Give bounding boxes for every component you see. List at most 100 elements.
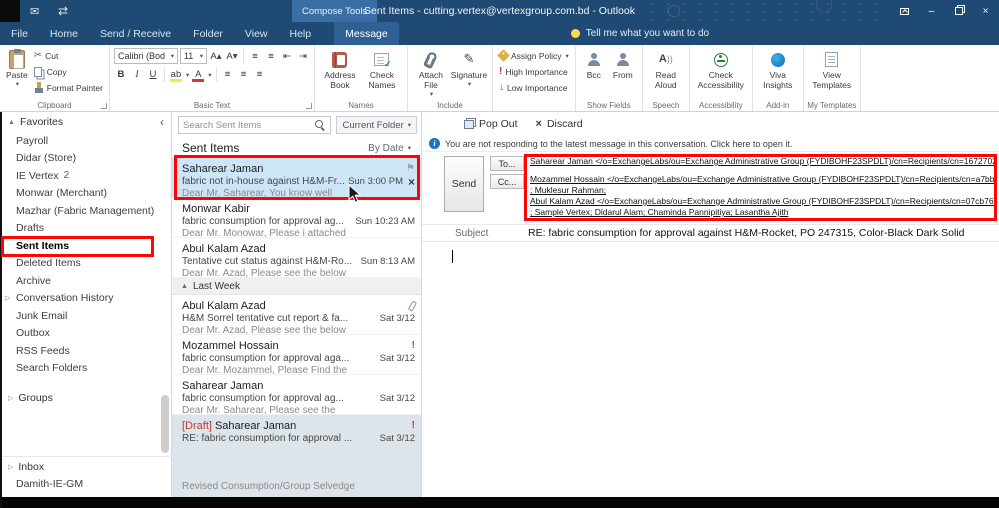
recipient-cc[interactable]: Mozammel Hossain </o=ExchangeLabs/ou=Exc…	[530, 174, 995, 185]
paste-button[interactable]: Paste ▾	[4, 48, 30, 89]
expand-icon[interactable]: ▷	[5, 294, 10, 302]
info-bar[interactable]: i You are not responding to the latest m…	[422, 136, 999, 152]
mail-list-item-draft[interactable]: [Draft] Saharear Jaman ! RE: fabric consu…	[172, 415, 421, 497]
search-scope-dropdown[interactable]: Current Folder ▾	[336, 116, 417, 134]
align-left-button[interactable]: ≡	[221, 67, 235, 82]
align-right-button[interactable]: ≡	[253, 67, 267, 82]
mail-list-item[interactable]: Saharear Jaman fabric consumption for ap…	[172, 375, 421, 415]
signature-button[interactable]: ✎ Signature ▾	[450, 48, 488, 89]
favorites-header[interactable]: ▲ Favorites ‹	[0, 112, 171, 132]
search-input[interactable]	[183, 119, 316, 131]
section-header-last-week[interactable]: ▲ Last Week	[172, 278, 421, 295]
highlight-color-button[interactable]: ab	[169, 67, 183, 82]
mail-list-item[interactable]: Abul Kalam Azad Tentative cut status aga…	[172, 238, 421, 278]
tab-file[interactable]: File	[0, 22, 39, 45]
tab-send-receive[interactable]: Send / Receive	[89, 22, 182, 45]
recipient-to[interactable]: Saharear Jaman </o=ExchangeLabs/ou=Excha…	[530, 156, 995, 167]
sidebar-item-mazhar-fabric-management[interactable]: Mazhar (Fabric Management)	[0, 202, 171, 220]
sidebar-section-groups[interactable]: ▷ Groups	[0, 389, 171, 406]
sidebar-item-archive[interactable]: Archive	[0, 272, 171, 290]
mail-list-item[interactable]: Mozammel Hossain ! fabric consumption fo…	[172, 335, 421, 375]
attach-file-button[interactable]: Attach File ▾	[412, 48, 450, 99]
mail-list-item[interactable]: Abul Kalam Azad H&M Sorrel tentative cut…	[172, 295, 421, 335]
sidebar-item-sent-items[interactable]: Sent Items	[0, 237, 171, 255]
discard-button[interactable]: × Discard	[536, 118, 583, 130]
send-receive-qat-icon[interactable]: ⇄	[58, 0, 68, 22]
sidebar-item-junk-email[interactable]: Junk Email	[0, 307, 171, 325]
low-importance-button[interactable]: ↓ Low Importance	[497, 80, 571, 95]
search-box[interactable]	[178, 116, 332, 134]
format-painter-button[interactable]: Format Painter	[32, 80, 105, 95]
dialog-launcher-icon[interactable]	[100, 103, 107, 109]
close-button[interactable]: ×	[972, 0, 999, 22]
tab-message[interactable]: Message	[334, 22, 399, 45]
minimize-button[interactable]: –	[918, 0, 945, 22]
mail-list-item-selected[interactable]: Saharear Jaman ⚑ fabric not in-house aga…	[172, 158, 421, 198]
from-button[interactable]: From	[608, 48, 638, 82]
pop-out-button[interactable]: Pop Out	[464, 118, 518, 130]
decrease-indent-button[interactable]: ⇤	[280, 49, 294, 64]
high-importance-button[interactable]: ! High Importance	[497, 64, 571, 79]
grow-font-button[interactable]: A▴	[209, 49, 223, 64]
collapse-pane-icon[interactable]: ‹	[160, 115, 164, 129]
recipient-cc[interactable]: ; Sample Vertex; Didarul Alam; Chaminda …	[530, 207, 995, 218]
sidebar-item-deleted-items[interactable]: Deleted Items	[0, 255, 171, 273]
chevron-down-icon[interactable]: ▾	[208, 71, 211, 79]
subject-field[interactable]: RE: fabric consumption for approval agai…	[528, 227, 965, 239]
recipient-cc[interactable]: Abul Kalam Azad </o=ExchangeLabs/ou=Exch…	[530, 196, 995, 207]
address-book-button[interactable]: Address Book	[319, 48, 361, 92]
sort-dropdown[interactable]: By Date ▾	[368, 143, 411, 154]
italic-button[interactable]: I	[130, 67, 144, 82]
delete-icon[interactable]: ×	[408, 175, 415, 189]
flag-icon[interactable]: ⚑	[406, 163, 415, 174]
envelope-qat-icon[interactable]: ✉	[30, 0, 39, 22]
cc-button[interactable]: Cc...	[490, 174, 524, 189]
view-templates-button[interactable]: View Templates	[808, 48, 856, 92]
align-center-button[interactable]: ≡	[237, 67, 251, 82]
read-aloud-button[interactable]: Read Aloud	[647, 48, 685, 92]
sidebar-item-ie-vertex[interactable]: IE Vertex 2	[0, 167, 171, 185]
mail-list-item[interactable]: Monwar Kabir fabric consumption for appr…	[172, 198, 421, 238]
sidebar-section-inbox[interactable]: ▷ Inbox	[0, 459, 170, 476]
shrink-font-button[interactable]: A▾	[225, 49, 239, 64]
ribbon-options-button[interactable]	[891, 0, 918, 22]
tab-help[interactable]: Help	[279, 22, 323, 45]
font-color-button[interactable]: A	[191, 67, 205, 82]
numbered-list-button[interactable]: ≡	[264, 49, 278, 64]
sidebar-item-conversation-history[interactable]: ▷ Conversation History	[0, 290, 171, 308]
increase-indent-button[interactable]: ⇥	[296, 49, 310, 64]
bcc-button[interactable]: Bcc	[580, 48, 608, 82]
sidebar-item-drafts[interactable]: Drafts	[0, 220, 171, 238]
send-button[interactable]: Send	[444, 156, 484, 212]
chevron-down-icon[interactable]: ▾	[186, 71, 189, 79]
search-icon[interactable]	[315, 119, 326, 131]
dialog-launcher-icon[interactable]	[305, 103, 312, 109]
underline-button[interactable]: U	[146, 67, 160, 82]
check-accessibility-button[interactable]: Check Accessibility	[694, 48, 748, 92]
to-button[interactable]: To...	[490, 156, 524, 171]
to-field[interactable]: Saharear Jaman </o=ExchangeLabs/ou=Excha…	[530, 156, 995, 167]
sidebar-item-didar-store[interactable]: Didar (Store)	[0, 150, 171, 168]
viva-insights-button[interactable]: Viva Insights	[757, 48, 799, 92]
restore-button[interactable]	[945, 0, 972, 22]
font-size-select[interactable]: 11 ▾	[179, 48, 207, 64]
sidebar-item-damith-ie-gm[interactable]: Damith-IE-GM	[0, 476, 170, 494]
tab-folder[interactable]: Folder	[182, 22, 234, 45]
copy-button[interactable]: Copy	[32, 64, 105, 79]
bold-button[interactable]: B	[114, 67, 128, 82]
check-names-button[interactable]: Check Names	[361, 48, 403, 92]
font-name-select[interactable]: Calibri (Bod ▾	[113, 48, 178, 64]
cut-button[interactable]: ✂ Cut	[32, 48, 105, 63]
cc-field[interactable]: Mozammel Hossain </o=ExchangeLabs/ou=Exc…	[530, 174, 995, 218]
sidebar-scrollbar[interactable]	[161, 395, 169, 453]
sidebar-item-search-folders[interactable]: Search Folders	[0, 360, 171, 378]
sidebar-item-outbox[interactable]: Outbox	[0, 325, 171, 343]
message-body[interactable]	[422, 242, 999, 495]
assign-policy-button[interactable]: Assign Policy ▾	[497, 48, 571, 63]
tab-home[interactable]: Home	[39, 22, 89, 45]
tell-me-box[interactable]: Tell me what you want to do	[570, 22, 709, 45]
recipient-cc[interactable]: ; Muklesur Rahman;	[530, 185, 995, 196]
tab-view[interactable]: View	[234, 22, 279, 45]
sidebar-item-payroll[interactable]: Payroll	[0, 132, 171, 150]
bullet-list-button[interactable]: ≡	[248, 49, 262, 64]
